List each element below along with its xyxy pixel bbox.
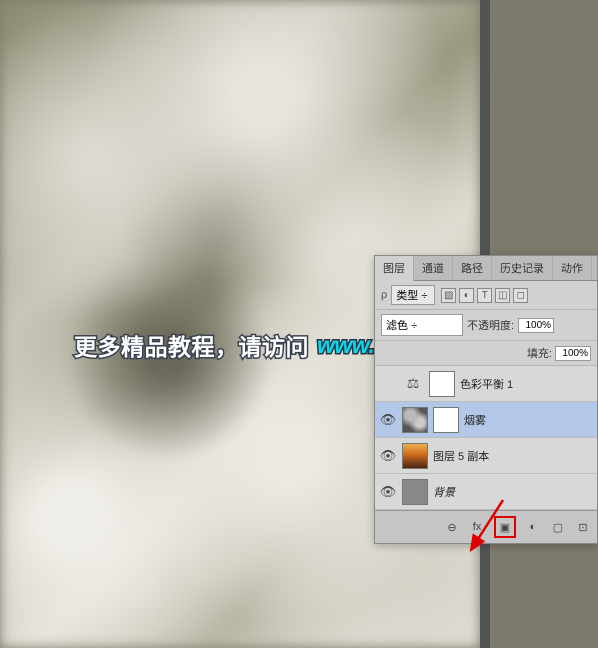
tab-history[interactable]: 历史记录: [492, 256, 553, 280]
tab-layers[interactable]: 图层: [375, 256, 414, 281]
layer-list: ⚖ 色彩平衡 1 👁 烟雾 👁 图层 5 副本 👁 背景: [375, 366, 597, 510]
tab-actions[interactable]: 动作: [553, 256, 592, 280]
tab-channels[interactable]: 通道: [414, 256, 453, 280]
link-layers-icon[interactable]: ⊖: [444, 519, 460, 535]
folder-icon[interactable]: ▢: [550, 519, 566, 535]
watermark-text: 更多精品教程，请访问: [74, 328, 309, 362]
blend-mode-value: 滤色: [386, 320, 408, 332]
visibility-toggle[interactable]: [379, 375, 397, 393]
filter-row: ρ 类型 ÷ ▨ ◐ T ◫ ◻: [375, 281, 597, 310]
annotation-arrow: [463, 495, 513, 565]
filter-type-select[interactable]: 类型 ÷: [391, 285, 435, 305]
layer-name[interactable]: 图层 5 副本: [433, 448, 489, 464]
search-icon[interactable]: ρ: [381, 289, 387, 301]
layer-item-smoke[interactable]: 👁 烟雾: [375, 402, 597, 438]
visibility-toggle[interactable]: 👁: [379, 411, 397, 429]
adjustment-layer-icon[interactable]: ◐: [525, 519, 541, 535]
new-layer-icon[interactable]: ⊡: [575, 519, 591, 535]
fill-label: 填充:: [527, 345, 552, 361]
chevron-icon: ÷: [421, 290, 427, 302]
balance-scale-icon: ⚖: [402, 375, 424, 393]
opacity-label: 不透明度:: [467, 317, 514, 333]
blend-row: 滤色 ÷ 不透明度:: [375, 310, 597, 341]
tab-paths[interactable]: 路径: [453, 256, 492, 280]
fill-input[interactable]: [555, 346, 591, 361]
visibility-toggle[interactable]: 👁: [379, 483, 397, 501]
filter-smart-icon[interactable]: ◻: [513, 288, 528, 303]
layer-mask-thumbnail[interactable]: [433, 407, 459, 433]
layer-name[interactable]: 色彩平衡 1: [460, 376, 513, 392]
filter-adjustment-icon[interactable]: ◐: [459, 288, 474, 303]
lock-row: 填充:: [375, 341, 597, 366]
layer-thumbnail[interactable]: [402, 443, 428, 469]
filter-shape-icon[interactable]: ◫: [495, 288, 510, 303]
opacity-input[interactable]: [518, 318, 554, 333]
filter-icons: ▨ ◐ T ◫ ◻: [441, 288, 528, 303]
layer-name[interactable]: 烟雾: [464, 412, 486, 428]
layer-item-color-balance[interactable]: ⚖ 色彩平衡 1: [375, 366, 597, 402]
layer-name[interactable]: 背景: [433, 484, 455, 500]
filter-type-label: 类型: [396, 290, 418, 302]
layer-item-copy[interactable]: 👁 图层 5 副本: [375, 438, 597, 474]
layer-thumbnail[interactable]: [402, 479, 428, 505]
layer-thumbnail[interactable]: [429, 371, 455, 397]
filter-text-icon[interactable]: T: [477, 288, 492, 303]
visibility-toggle[interactable]: 👁: [379, 447, 397, 465]
panel-tabs: 图层 通道 路径 历史记录 动作: [375, 256, 597, 281]
layer-thumbnail[interactable]: [402, 407, 428, 433]
chevron-down-icon: ÷: [411, 320, 417, 332]
filter-image-icon[interactable]: ▨: [441, 288, 456, 303]
blend-mode-select[interactable]: 滤色 ÷: [381, 314, 463, 336]
